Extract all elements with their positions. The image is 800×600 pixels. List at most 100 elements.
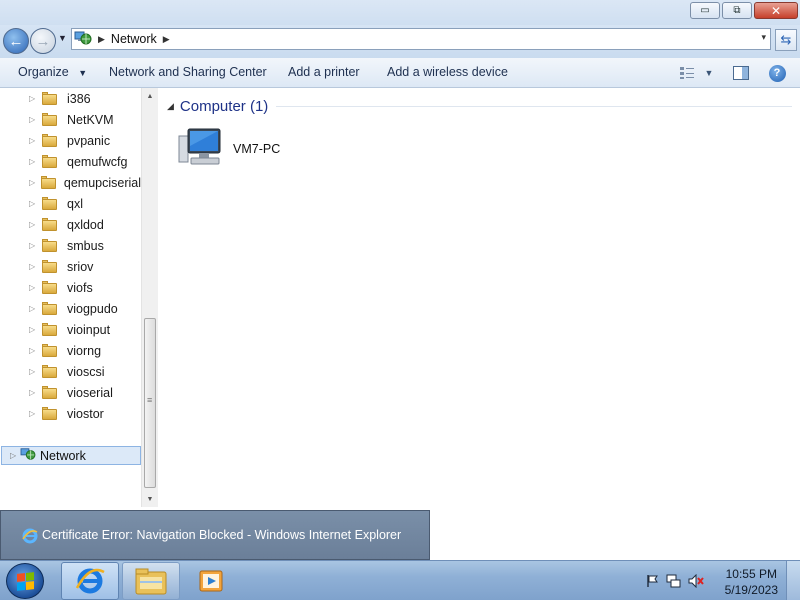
minimize-button[interactable]: ▭ — [690, 2, 720, 19]
breadcrumb-separator-icon[interactable]: ▶ — [98, 34, 105, 45]
tree-item-label: qxl — [67, 196, 83, 211]
recent-pages-dropdown[interactable]: ▼ — [58, 33, 67, 43]
show-desktop-button[interactable] — [786, 561, 800, 600]
expand-arrow-icon[interactable]: ▷ — [29, 115, 39, 124]
navigation-scrollbar[interactable]: ▲ ≡ ▼ — [141, 88, 158, 507]
tree-item-folder[interactable]: ▷ sriov — [0, 256, 141, 277]
content-pane[interactable]: ◢ Computer (1) VM7-PC — [159, 88, 800, 507]
expand-arrow-icon[interactable]: ▷ — [29, 346, 39, 355]
system-clock[interactable]: 10:55 PM 5/19/2023 — [725, 566, 778, 598]
folder-icon — [42, 239, 58, 252]
tree-item-label: i386 — [67, 91, 91, 106]
volume-muted-icon[interactable] — [688, 573, 704, 589]
tree-item-label: NetKVM — [67, 112, 114, 127]
folder-icon — [42, 386, 58, 399]
address-dropdown-icon[interactable]: ▾ — [761, 32, 766, 43]
preview-pane-button[interactable] — [730, 63, 752, 83]
tree-item-folder[interactable]: ▷ qxl — [0, 193, 141, 214]
tree-item-network[interactable]: ▷ Network — [1, 446, 141, 465]
ie-icon — [22, 528, 38, 547]
view-details-icon — [680, 67, 694, 79]
maximize-button[interactable]: ⧉ — [722, 2, 752, 19]
network-status-icon[interactable] — [666, 573, 682, 589]
ie-icon — [75, 568, 105, 594]
scroll-down-arrow-icon[interactable]: ▼ — [142, 491, 158, 507]
back-button[interactable]: ← — [3, 28, 29, 54]
tree-item-label: qemupciserial — [63, 175, 141, 190]
help-button[interactable]: ? — [766, 63, 788, 83]
expand-arrow-icon[interactable]: ▷ — [29, 178, 38, 187]
folder-icon — [42, 218, 58, 231]
tree-item-folder[interactable]: ▷ NetKVM — [0, 109, 141, 130]
tree-item-folder[interactable]: ▷ viofs — [0, 277, 141, 298]
tree-item-folder[interactable]: ▷ viostor — [0, 403, 141, 424]
group-title: Computer (1) — [179, 98, 269, 115]
expand-arrow-icon[interactable]: ▷ — [29, 262, 39, 271]
expand-arrow-icon[interactable]: ▷ — [29, 409, 39, 418]
computer-item-vm7-pc[interactable]: VM7-PC — [177, 126, 280, 171]
tree-item-label: sriov — [67, 259, 94, 274]
refresh-button[interactable]: ⇆ — [775, 29, 797, 51]
forward-button[interactable]: → — [30, 28, 56, 54]
expand-arrow-icon[interactable]: ▷ — [29, 388, 39, 397]
collapse-arrow-icon[interactable]: ◢ — [167, 101, 174, 112]
expand-arrow-icon[interactable]: ▷ — [29, 283, 39, 292]
breadcrumb-separator-icon[interactable]: ▶ — [163, 34, 170, 45]
tree-item-label: viogpudo — [67, 301, 118, 316]
action-center-flag-icon[interactable] — [645, 573, 661, 589]
help-icon: ? — [768, 64, 786, 82]
expand-arrow-icon[interactable]: ▷ — [29, 367, 39, 376]
expand-arrow-icon[interactable]: ▷ — [10, 451, 20, 460]
navigation-pane[interactable]: ▷ i386 ▷ NetKVM ▷ pvpanic ▷ qemufwcfg ▷ qemupcise… — [0, 88, 158, 507]
window-title-bar: ▭ ⧉ ✕ — [0, 0, 800, 25]
maximize-icon: ⧉ — [733, 5, 741, 16]
taskbar-windows-explorer[interactable] — [122, 562, 180, 600]
tree-item-folder[interactable]: ▷ pvpanic — [0, 130, 141, 151]
expand-arrow-icon[interactable]: ▷ — [29, 241, 39, 250]
tree-item-label: vioinput — [67, 322, 111, 337]
tree-item-folder[interactable]: ▷ vioserial — [0, 382, 141, 403]
start-button[interactable] — [6, 563, 44, 599]
address-row: ← → ▼ ▶ Network ▶ ▾ — [0, 25, 800, 58]
expand-arrow-icon[interactable]: ▷ — [29, 199, 39, 208]
taskbar-internet-explorer[interactable] — [61, 562, 119, 600]
expand-arrow-icon[interactable]: ▷ — [29, 136, 39, 145]
add-printer-button[interactable]: Add a printer — [288, 65, 360, 79]
tree-item-folder[interactable]: ▷ qemufwcfg — [0, 151, 141, 172]
tree-item-label: viofs — [67, 280, 93, 295]
add-wireless-device-button[interactable]: Add a wireless device — [387, 65, 508, 79]
close-button[interactable]: ✕ — [754, 2, 798, 19]
scrollbar-thumb[interactable]: ≡ — [144, 318, 156, 488]
organize-label: Organize — [18, 65, 69, 79]
tree-item-folder[interactable]: ▷ viorng — [0, 340, 141, 361]
scroll-up-arrow-icon[interactable]: ▲ — [142, 88, 158, 104]
folder-icon — [42, 344, 58, 357]
tree-item-folder[interactable]: ▷ vioinput — [0, 319, 141, 340]
taskbar-media-player[interactable] — [183, 562, 239, 600]
taskbar-thumbnail-preview[interactable]: Certificate Error: Navigation Blocked - … — [0, 510, 430, 560]
tree-item-folder[interactable]: ▷ i386 — [0, 88, 141, 109]
address-bar[interactable]: ▶ Network ▶ ▾ — [71, 28, 771, 50]
tree-item-folder[interactable]: ▷ smbus — [0, 235, 141, 256]
tree-item-folder[interactable]: ▷ qxldod — [0, 214, 141, 235]
expand-arrow-icon[interactable]: ▷ — [29, 220, 39, 229]
tree-item-folder[interactable]: ▷ qemupciserial — [0, 172, 141, 193]
view-options-dropdown[interactable]: ▼ — [698, 63, 720, 83]
expand-arrow-icon[interactable]: ▷ — [29, 94, 39, 103]
folder-icon — [42, 281, 58, 294]
folder-icon — [135, 568, 167, 595]
network-sharing-center-button[interactable]: Network and Sharing Center — [109, 65, 267, 79]
tree-item-folder[interactable]: ▷ viogpudo — [0, 298, 141, 319]
folder-icon — [42, 407, 58, 420]
expand-arrow-icon[interactable]: ▷ — [29, 325, 39, 334]
folder-icon — [42, 260, 58, 273]
expand-arrow-icon[interactable]: ▷ — [29, 304, 39, 313]
expand-arrow-icon[interactable]: ▷ — [29, 157, 39, 166]
computer-label: VM7-PC — [233, 141, 281, 156]
caption-buttons: ▭ ⧉ ✕ — [690, 2, 798, 19]
organize-menu[interactable]: Organize ▼ — [18, 65, 87, 79]
change-view-button[interactable] — [676, 63, 698, 83]
tree-item-folder[interactable]: ▷ vioscsi — [0, 361, 141, 382]
breadcrumb-network[interactable]: Network — [111, 32, 157, 46]
group-header-computer[interactable]: ◢ Computer (1) — [167, 98, 792, 115]
